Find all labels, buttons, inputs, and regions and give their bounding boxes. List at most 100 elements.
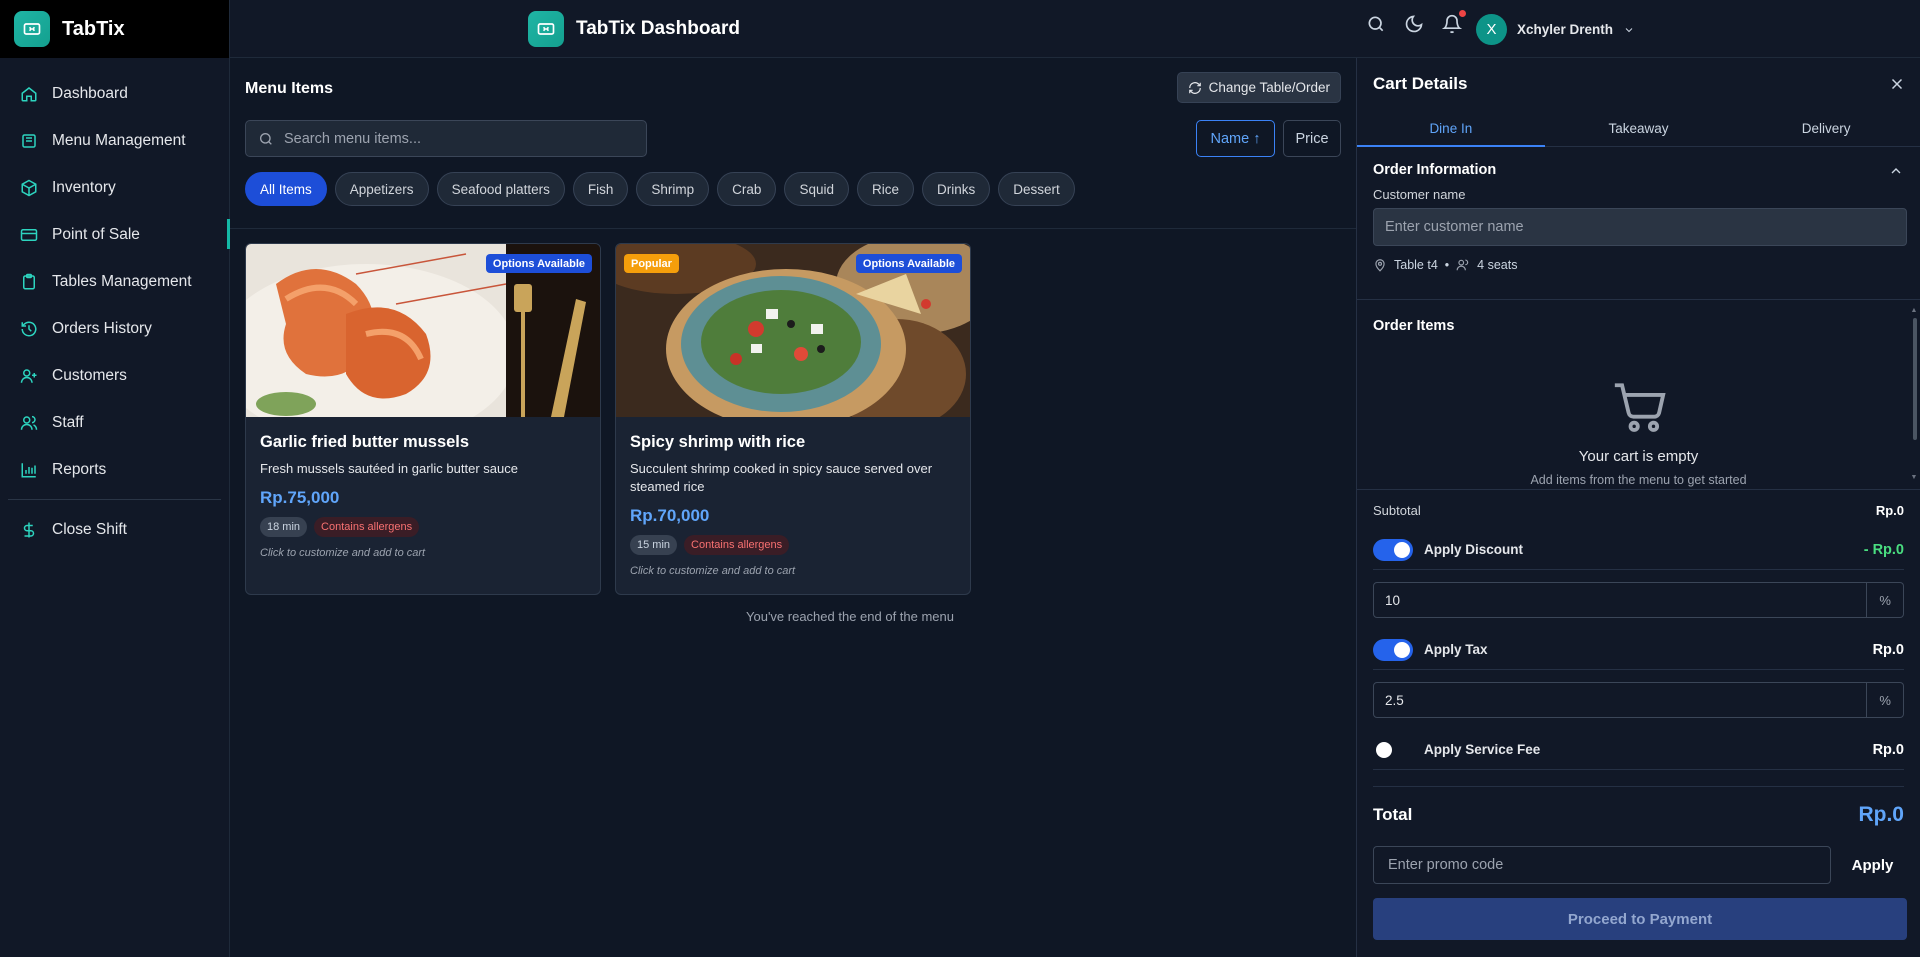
dashboard-title: TabTix Dashboard bbox=[528, 11, 740, 47]
order-items: Order Items ▲ ▼ Your cart is empty Add i… bbox=[1357, 300, 1920, 490]
sidebar-item-tables-management[interactable]: Tables Management bbox=[0, 258, 229, 305]
allergen-badge: Contains allergens bbox=[684, 535, 790, 555]
change-table-button[interactable]: Change Table/Order bbox=[1176, 72, 1341, 103]
chevron-up-icon[interactable] bbox=[1888, 163, 1904, 179]
cart-header: Cart Details bbox=[1357, 58, 1920, 110]
history-icon bbox=[21, 321, 37, 336]
search-box[interactable] bbox=[245, 120, 647, 157]
sidebar-nav: Dashboard Menu Management Inventory Poin… bbox=[0, 58, 230, 553]
subtotal-value: Rp.0 bbox=[1875, 502, 1904, 518]
percent-suffix: % bbox=[1867, 582, 1904, 618]
change-table-label: Change Table/Order bbox=[1208, 80, 1330, 95]
separator-dot: • bbox=[1444, 258, 1450, 272]
top-bar: TabTix Dashboard X Xchyler Drenth bbox=[230, 0, 1920, 58]
close-icon[interactable] bbox=[1888, 75, 1906, 93]
service-fee-label: Apply Service Fee bbox=[1424, 742, 1541, 757]
card-price: Rp.75,000 bbox=[260, 488, 340, 507]
category-chip[interactable]: All Items bbox=[245, 172, 327, 206]
user-menu[interactable]: X Xchyler Drenth bbox=[1476, 14, 1635, 45]
menu-book-icon bbox=[22, 133, 36, 148]
shopping-cart-icon bbox=[1614, 383, 1666, 432]
discount-row: Apply Discount - Rp.0 bbox=[1373, 530, 1904, 570]
service-fee-value: Rp.0 bbox=[1872, 741, 1904, 758]
sidebar-item-label: Customers bbox=[52, 366, 127, 384]
cart-panel: Cart Details Dine In Takeaway Delivery O… bbox=[1356, 58, 1920, 957]
search-icon bbox=[260, 132, 272, 145]
tax-label: Apply Tax bbox=[1424, 642, 1488, 657]
card-body: Garlic fried butter mussels Fresh mussel… bbox=[246, 417, 600, 559]
tax-percent-input[interactable] bbox=[1373, 682, 1868, 718]
category-chip[interactable]: Dessert bbox=[998, 172, 1075, 206]
dollar-icon bbox=[23, 522, 35, 537]
sidebar-divider bbox=[8, 499, 221, 500]
sidebar-item-customers[interactable]: Customers bbox=[0, 352, 229, 399]
category-chip[interactable]: Fish bbox=[572, 172, 629, 206]
tax-toggle[interactable] bbox=[1373, 638, 1413, 661]
ticket-logo-icon bbox=[14, 11, 50, 47]
promo-code-input[interactable] bbox=[1373, 846, 1831, 884]
cart-title: Cart Details bbox=[1373, 74, 1468, 93]
card-hint: Click to customize and add to cart bbox=[630, 565, 796, 577]
tax-row: Apply Tax Rp.0 bbox=[1373, 630, 1904, 670]
menu-item-image: Options Available bbox=[246, 244, 600, 417]
tab-delivery[interactable]: Delivery bbox=[1732, 110, 1920, 146]
card-tags: 15 min Contains allergens bbox=[630, 535, 956, 555]
sidebar-item-dashboard[interactable]: Dashboard bbox=[0, 70, 229, 117]
sidebar-item-close-shift[interactable]: Close Shift bbox=[0, 506, 229, 553]
sidebar-item-label: Orders History bbox=[52, 319, 152, 337]
subtotal-label: Subtotal bbox=[1373, 502, 1421, 518]
card-title: Spicy shrimp with rice bbox=[630, 433, 806, 451]
home-icon bbox=[21, 86, 37, 101]
discount-toggle[interactable] bbox=[1373, 538, 1413, 561]
sidebar-item-reports[interactable]: Reports bbox=[0, 446, 229, 493]
clipboard-icon bbox=[23, 273, 35, 289]
sidebar-item-point-of-sale[interactable]: Point of Sale bbox=[0, 211, 230, 258]
brand[interactable]: TabTix bbox=[0, 0, 229, 58]
sidebar-item-staff[interactable]: Staff bbox=[0, 399, 229, 446]
menu-items-area: Menu Items Change Table/Order Name ↑ Pri… bbox=[230, 58, 1356, 957]
service-fee-toggle[interactable] bbox=[1373, 739, 1413, 761]
brand-name: TabTix bbox=[62, 17, 125, 40]
menu-card[interactable]: Options Available Garlic fried butter mu… bbox=[245, 243, 601, 595]
promo-row: Apply bbox=[1373, 846, 1904, 884]
sidebar-item-menu-management[interactable]: Menu Management bbox=[0, 117, 229, 164]
sort-name-button[interactable]: Name ↑ bbox=[1196, 120, 1275, 157]
category-chip[interactable]: Shrimp bbox=[636, 172, 710, 206]
user-add-icon bbox=[20, 368, 37, 383]
options-badge: Options Available bbox=[855, 254, 962, 273]
category-chip[interactable]: Seafood platters bbox=[436, 172, 565, 206]
notification-dot bbox=[1459, 10, 1466, 17]
category-chip[interactable]: Appetizers bbox=[334, 172, 429, 206]
sidebar-item-inventory[interactable]: Inventory bbox=[0, 164, 229, 211]
scroll-up-arrow[interactable]: ▲ bbox=[1910, 307, 1918, 314]
bell-icon bbox=[1442, 14, 1462, 34]
sort-price-button[interactable]: Price bbox=[1283, 120, 1341, 157]
moon-icon[interactable] bbox=[1404, 14, 1424, 34]
service-toggle-group: Apply Service Fee bbox=[1373, 739, 1540, 761]
search-icon[interactable] bbox=[1366, 14, 1386, 34]
sidebar-item-label: Point of Sale bbox=[52, 225, 140, 243]
card-description: Fresh mussels sautéed in garlic butter s… bbox=[260, 461, 518, 476]
map-pin-icon bbox=[1375, 259, 1385, 272]
category-chip[interactable]: Rice bbox=[856, 172, 914, 206]
discount-percent-input[interactable] bbox=[1373, 582, 1868, 618]
menu-card[interactable]: Popular Options Available Spicy shrimp w… bbox=[615, 243, 971, 595]
discount-value: - Rp.0 bbox=[1863, 541, 1904, 558]
sidebar-item-label: Close Shift bbox=[52, 520, 127, 538]
apply-promo-button[interactable]: Apply bbox=[1841, 857, 1904, 874]
sidebar-item-orders-history[interactable]: Orders History bbox=[0, 305, 229, 352]
category-chip[interactable]: Drinks bbox=[921, 172, 991, 206]
percent-suffix: % bbox=[1867, 682, 1904, 718]
notifications-button[interactable] bbox=[1442, 10, 1466, 34]
proceed-to-payment-button[interactable]: Proceed to Payment bbox=[1373, 898, 1907, 940]
customer-name-input[interactable] bbox=[1373, 208, 1907, 246]
menu-card-grid: Options Available Garlic fried butter mu… bbox=[245, 243, 971, 595]
subtotal-row: Subtotal Rp.0 bbox=[1373, 490, 1904, 530]
category-chip[interactable]: Squid bbox=[784, 172, 849, 206]
box-icon bbox=[21, 179, 37, 196]
sidebar-item-label: Dashboard bbox=[52, 84, 128, 102]
category-chip[interactable]: Crab bbox=[717, 172, 777, 206]
tab-takeaway[interactable]: Takeaway bbox=[1545, 110, 1733, 146]
tab-dine-in[interactable]: Dine In bbox=[1357, 110, 1545, 147]
search-input[interactable] bbox=[284, 130, 624, 147]
